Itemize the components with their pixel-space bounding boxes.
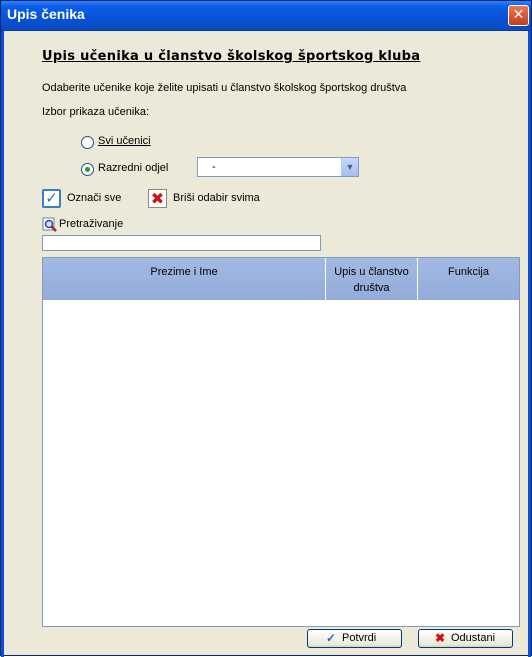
display-choice-label: Izbor prikaza učenika:: [42, 106, 149, 118]
instruction-text: Odaberite učenike koje želite upisati u …: [42, 82, 407, 94]
confirm-button[interactable]: ✓ Potvrdi: [307, 629, 402, 648]
radio-class-section-label[interactable]: Razredni odjel: [98, 162, 168, 174]
radio-all-students-label[interactable]: Svi učenici: [98, 135, 151, 147]
close-icon[interactable]: ✕: [508, 5, 529, 26]
column-function-label: Funkcija: [448, 266, 489, 278]
window-border-right: [528, 31, 531, 657]
column-name[interactable]: Prezime i Ime: [43, 258, 326, 300]
column-membership-label: Upis u članstvo društva: [334, 266, 409, 294]
search-label: Pretraživanje: [59, 218, 124, 230]
window-title: Upis čenika: [7, 6, 85, 22]
window-border-left: [1, 31, 4, 657]
chevron-down-icon[interactable]: ▼: [341, 158, 358, 176]
form-heading: Upis učenika u članstvo školskog športsk…: [42, 49, 421, 64]
column-function[interactable]: Funkcija: [418, 258, 519, 300]
class-select[interactable]: - ▼: [197, 157, 359, 177]
cancel-button-label: Odustani: [451, 632, 496, 644]
radio-all-students[interactable]: [81, 136, 94, 149]
search-input[interactable]: [42, 235, 321, 251]
cancel-button[interactable]: ✖ Odustani: [418, 629, 513, 648]
radio-class-section[interactable]: [81, 163, 94, 176]
red-x-icon: ✖: [435, 631, 446, 645]
checkmark-icon: ✓: [326, 631, 337, 645]
grid-header: Prezime i Ime Upis u članstvo društva Fu…: [43, 258, 519, 300]
clear-selection-label[interactable]: Briši odabir svima: [173, 192, 260, 204]
title-bar[interactable]: Upis čenika ✕: [1, 1, 531, 31]
confirm-button-label: Potvrdi: [342, 632, 377, 644]
column-membership[interactable]: Upis u članstvo društva: [326, 258, 418, 300]
class-select-value: -: [212, 161, 216, 173]
select-all-label[interactable]: Označi sve: [67, 192, 121, 204]
students-grid[interactable]: Prezime i Ime Upis u članstvo društva Fu…: [42, 257, 520, 627]
clear-selection-red-x-icon[interactable]: ✖: [148, 189, 167, 208]
dialog-window: Upis čenika ✕ Upis učenika u članstvo šk…: [0, 0, 532, 657]
column-name-label: Prezime i Ime: [150, 266, 218, 278]
select-all-checkmark-icon[interactable]: ✓: [42, 189, 61, 208]
magnifier-icon: [42, 217, 57, 232]
